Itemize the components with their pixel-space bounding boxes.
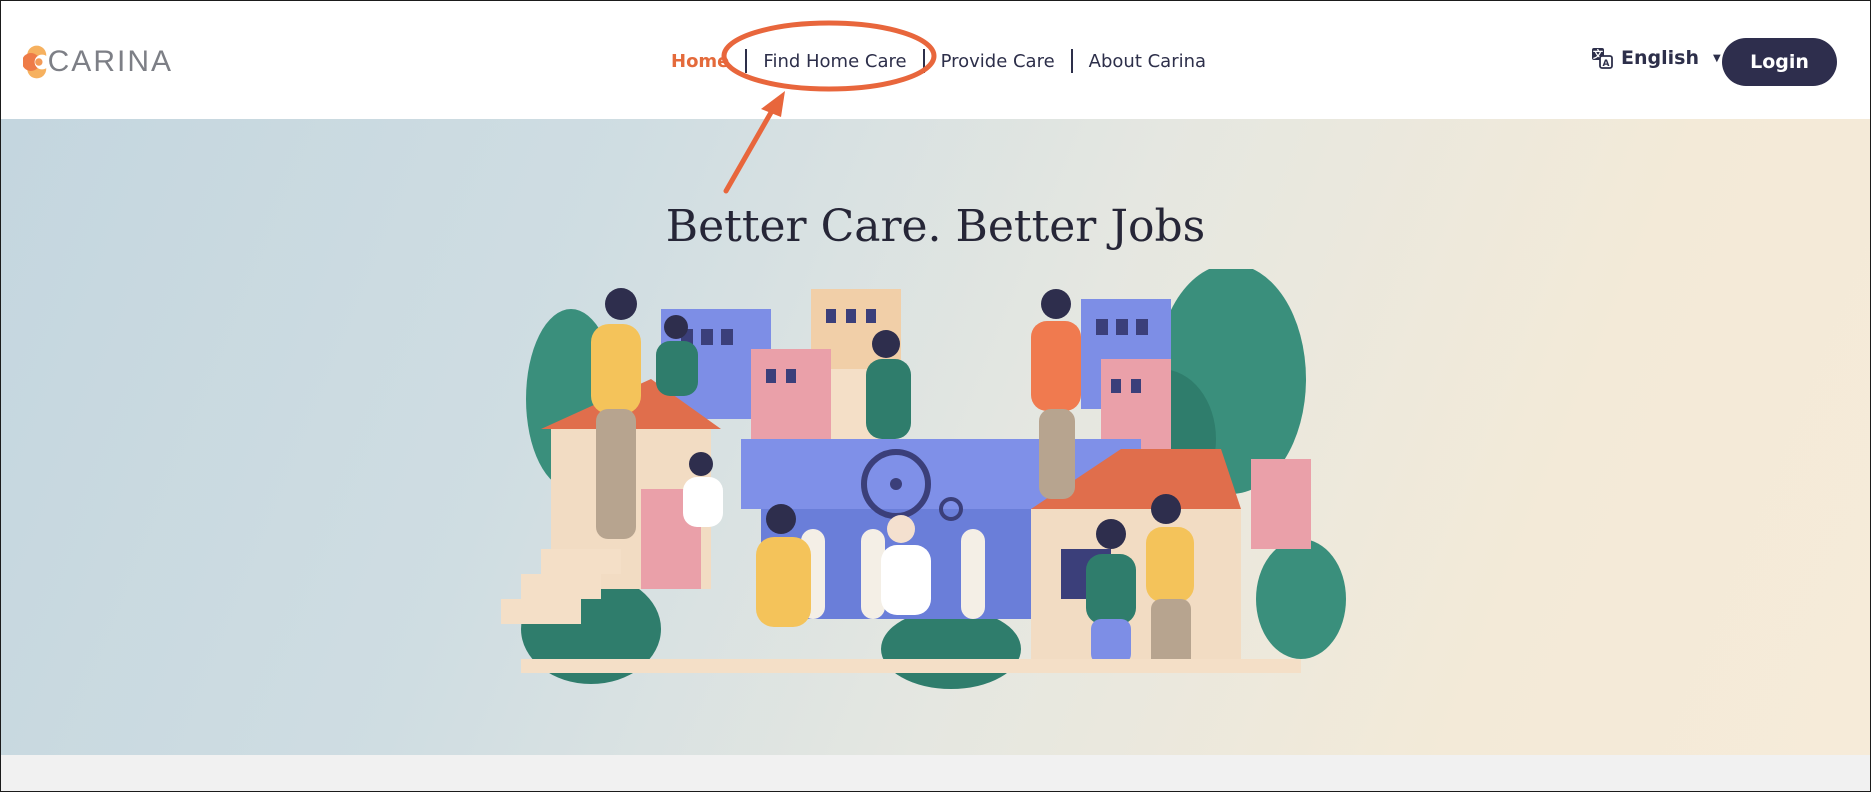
hero-title: Better Care. Better Jobs — [665, 201, 1206, 252]
logo-text: CARINA — [47, 45, 173, 78]
browser-frame: CARINA Home Find Home Care Provide Care … — [0, 0, 1871, 792]
nav-find-home-care[interactable]: Find Home Care — [747, 51, 922, 72]
translate-icon: 文 A — [1592, 48, 1613, 69]
main-nav: Home Find Home Care Provide Care About C… — [671, 45, 1222, 77]
nav-provide-care[interactable]: Provide Care — [925, 51, 1071, 72]
svg-text:A: A — [1603, 59, 1610, 69]
caret-down-icon: ▼ — [1712, 52, 1721, 64]
language-selector[interactable]: 文 A English ▼ — [1591, 47, 1721, 69]
nav-about-carina[interactable]: About Carina — [1073, 51, 1222, 72]
hero-section: Better Care. Better Jobs — [1, 119, 1870, 755]
page-bottom-band — [1, 755, 1870, 791]
nav-home[interactable]: Home — [671, 51, 745, 72]
carina-logo[interactable]: CARINA — [23, 27, 173, 97]
site-header: CARINA Home Find Home Care Provide Care … — [1, 1, 1870, 119]
community-care-illustration — [501, 269, 1346, 689]
login-button[interactable]: Login — [1722, 38, 1837, 86]
language-label: English — [1621, 47, 1699, 69]
